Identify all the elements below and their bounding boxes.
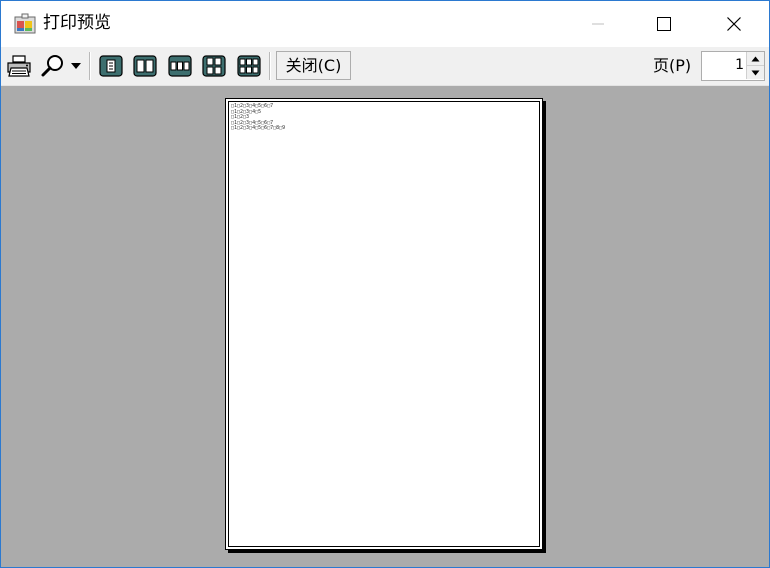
toolbar: 关闭(C) 页(P) [1, 47, 769, 86]
close-button[interactable]: 关闭(C) [276, 51, 351, 80]
toolbar-separator [269, 52, 271, 80]
close-window-button[interactable] [711, 1, 757, 47]
chevron-down-icon [71, 63, 81, 69]
page-up-button[interactable] [746, 52, 764, 66]
four-pages-button[interactable] [201, 54, 227, 78]
minimize-button[interactable] [575, 1, 621, 47]
magnifier-icon [41, 55, 63, 77]
preview-page: □1□2□3□4□5□6□7 □1□2□3□4□5 □1□2□3 □1□2□3□… [225, 98, 543, 550]
page-down-button[interactable] [746, 66, 764, 79]
app-icon [14, 13, 36, 34]
one-page-icon [99, 55, 123, 77]
print-button[interactable] [5, 54, 33, 78]
four-pages-icon [202, 55, 226, 77]
maximize-icon [657, 17, 671, 31]
chevron-down-icon [751, 70, 760, 75]
close-icon [727, 17, 741, 31]
toolbar-separator [89, 52, 91, 80]
one-page-button[interactable] [98, 54, 124, 78]
page-number-input[interactable] [704, 54, 744, 76]
six-pages-icon [237, 55, 261, 77]
preview-area[interactable]: □1□2□3□4□5□6□7 □1□2□3□4□5 □1□2□3 □1□2□3□… [1, 86, 769, 567]
page-stepper[interactable] [701, 51, 765, 81]
page-content: □1□2□3□4□5□6□7 □1□2□3□4□5 □1□2□3 □1□2□3□… [231, 103, 286, 132]
title-bar: 打印预览 [1, 1, 769, 47]
two-pages-icon [133, 55, 157, 77]
three-pages-button[interactable] [167, 54, 193, 78]
six-pages-button[interactable] [236, 54, 262, 78]
window-title: 打印预览 [43, 13, 111, 33]
zoom-button[interactable] [37, 54, 85, 78]
two-pages-button[interactable] [132, 54, 158, 78]
three-pages-icon [168, 55, 192, 77]
page-text-line: □1□2□3□4□5□6□7□8□9 [231, 125, 286, 131]
printer-icon [7, 55, 31, 77]
page-label: 页(P) [653, 56, 692, 75]
chevron-up-icon [751, 56, 760, 61]
minimize-icon [592, 23, 604, 25]
page-border: □1□2□3□4□5□6□7 □1□2□3□4□5 □1□2□3 □1□2□3□… [228, 101, 540, 547]
maximize-button[interactable] [641, 1, 687, 47]
print-preview-window: 打印预览 关闭(C) 页(P) 1 □1□2□3□4□5□6□7 □1□2□3□… [0, 0, 770, 568]
